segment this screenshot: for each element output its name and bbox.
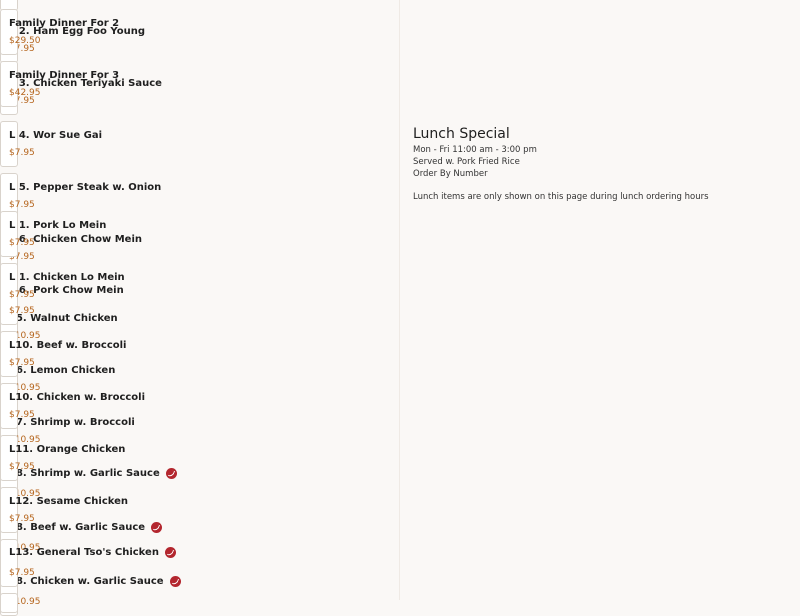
menu-item-card[interactable]: L10. Chicken w. Broccoli $7.95 [0, 383, 145, 429]
chili-pepper-icon [164, 547, 176, 558]
menu-item-price: $29.50 [9, 36, 41, 46]
menu-item-price: $7.95 [9, 238, 35, 248]
menu-item-price: $7.95 [9, 514, 35, 524]
menu-item-name: L 1. Pork Lo Mein [9, 220, 107, 231]
menu-item-name: Family Dinner For 2 [9, 18, 120, 29]
menu-item-card[interactable]: L10. Beef w. Broccoli $7.95 [0, 331, 126, 377]
menu-item-name: L11. Orange Chicken [9, 444, 126, 455]
menu-item-card[interactable]: L13. General Tso's Chicken $7.95 [0, 539, 176, 587]
menu-item-price: $7.95 [9, 306, 35, 316]
menu-item-card[interactable]: L 4. Wor Sue Gai $7.95 [0, 121, 102, 167]
menu-item-price: $7.95 [9, 200, 35, 210]
menu-item-name-row: L13. General Tso's Chicken [9, 547, 176, 558]
menu-item-card-partial[interactable] [0, 593, 18, 613]
column-divider [399, 0, 400, 600]
section-note: Lunch items are only shown on this page … [413, 192, 709, 202]
menu-item-card[interactable]: L11. Orange Chicken $7.95 [0, 435, 125, 481]
menu-item-card[interactable]: Family Dinner For 3 $42.95 [0, 61, 119, 107]
menu-item-name: L10. Beef w. Broccoli [9, 340, 127, 351]
section-title: Lunch Special [413, 126, 510, 142]
menu-item-name: L10. Chicken w. Broccoli [9, 392, 146, 403]
section-served-with: Served w. Pork Fried Rice [413, 157, 520, 167]
menu-item-name: Family Dinner For 3 [9, 70, 120, 81]
chili-pepper-icon [151, 522, 163, 533]
menu-item-price: $7.95 [9, 462, 35, 472]
menu-item-price: $7.95 [9, 290, 35, 300]
menu-item-card[interactable]: L 1. Chicken Lo Mein $7.95 $7.95 [0, 263, 125, 325]
menu-item-price: $42.95 [9, 88, 41, 98]
menu-item-name: L 4. Wor Sue Gai [9, 130, 103, 141]
section-order-by: Order By Number [413, 169, 488, 179]
menu-item-card[interactable]: L 1. Pork Lo Mein $7.95 [0, 211, 106, 257]
chili-pepper-icon [169, 576, 181, 587]
menu-item-price: $7.95 [9, 410, 35, 420]
menu-item-name: L12. Sesame Chicken [9, 496, 129, 507]
section-hours: Mon - Fri 11:00 am - 3:00 pm [413, 145, 537, 155]
menu-item-card[interactable]: L12. Sesame Chicken $7.95 [0, 487, 128, 533]
menu-item-name: L13. General Tso's Chicken [9, 547, 159, 558]
menu-item-price: $7.95 [9, 568, 35, 578]
menu-item-price: $7.95 [9, 358, 35, 368]
chili-pepper-icon [165, 468, 177, 479]
menu-item-name: L 1. Chicken Lo Mein [9, 272, 125, 283]
menu-item-name: L 5. Pepper Steak w. Onion [9, 182, 162, 193]
menu-item-card[interactable]: Family Dinner For 2 $29.50 [0, 9, 119, 55]
menu-item-price: $7.95 [9, 148, 35, 158]
